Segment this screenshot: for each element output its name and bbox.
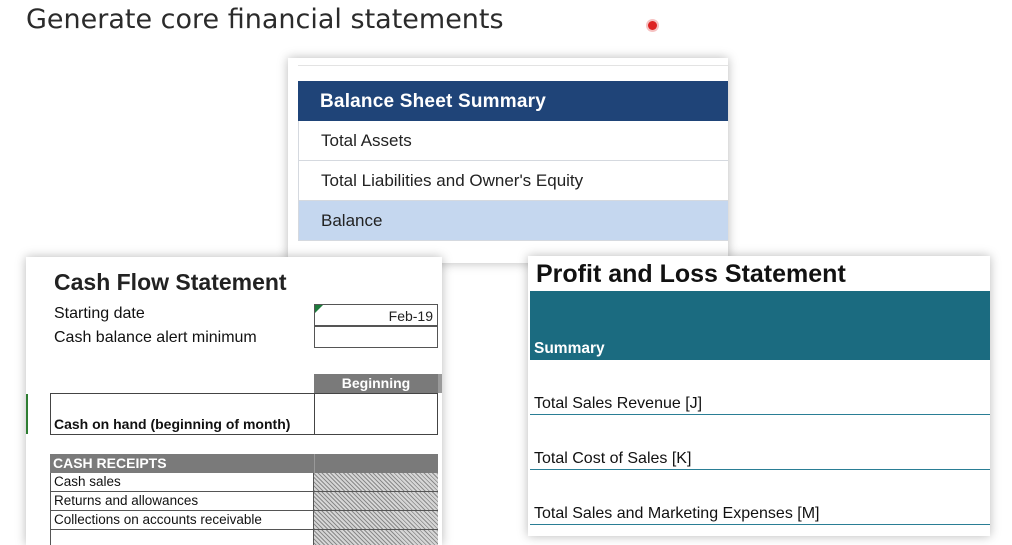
divider xyxy=(298,65,728,66)
cash-on-hand-value-cell[interactable] xyxy=(314,393,438,435)
total-sales-marketing-label: Total Sales and Marketing Expenses [M] xyxy=(534,505,820,522)
cash-on-hand-cell[interactable]: Cash on hand (beginning of month) xyxy=(50,393,314,435)
cut-off-row[interactable] xyxy=(50,530,314,545)
total-sales-marketing-row[interactable]: Total Sales and Marketing Expenses [M] xyxy=(530,470,990,525)
beginning-column-header: Beginning xyxy=(314,374,438,393)
returns-hatched-cell xyxy=(314,492,438,511)
total-sales-revenue-label: Total Sales Revenue [J] xyxy=(534,395,703,412)
profit-loss-card: Profit and Loss Statement Summary Total … xyxy=(528,256,990,536)
slide-title: Generate core financial statements xyxy=(26,4,504,35)
returns-allowances-row[interactable]: Returns and allowances xyxy=(50,492,314,511)
alert-minimum-cell[interactable] xyxy=(314,326,438,348)
total-cost-of-sales-row[interactable]: Total Cost of Sales [K] xyxy=(530,415,990,470)
starting-date-value: Feb-19 xyxy=(388,308,433,324)
profit-loss-title: Profit and Loss Statement xyxy=(536,260,846,288)
total-assets-row[interactable]: Total Assets xyxy=(298,121,728,161)
cash-sales-hatched-cell xyxy=(314,473,438,492)
alert-minimum-label: Cash balance alert minimum xyxy=(54,329,257,346)
total-cost-of-sales-label: Total Cost of Sales [K] xyxy=(534,450,692,467)
next-column-edge xyxy=(438,374,442,393)
balance-row[interactable]: Balance xyxy=(298,201,728,241)
cash-receipts-header-fill xyxy=(314,454,438,473)
total-sales-revenue-row[interactable]: Total Sales Revenue [J] xyxy=(530,360,990,415)
cash-receipts-header: CASH RECEIPTS xyxy=(50,454,314,473)
cash-flow-card: Cash Flow Statement Starting date Feb-19… xyxy=(26,257,442,545)
cash-sales-row[interactable]: Cash sales xyxy=(50,473,314,492)
cash-flow-title: Cash Flow Statement xyxy=(54,269,287,295)
balance-sheet-card: Balance Sheet Summary Total Assets Total… xyxy=(288,58,728,263)
balance-sheet-table: Balance Sheet Summary Total Assets Total… xyxy=(298,81,728,241)
summary-header: Summary xyxy=(530,291,990,360)
collections-row[interactable]: Collections on accounts receivable xyxy=(50,511,314,530)
clipped-previous-text xyxy=(26,0,986,2)
cash-on-hand-label: Cash on hand (beginning of month) xyxy=(54,416,291,432)
selection-edge xyxy=(26,394,28,434)
collections-hatched-cell xyxy=(314,511,438,530)
summary-label: Summary xyxy=(534,340,605,357)
cut-off-hatched-cell xyxy=(314,530,438,545)
comment-indicator-icon xyxy=(315,305,323,313)
starting-date-label: Starting date xyxy=(54,305,145,322)
starting-date-cell[interactable]: Feb-19 xyxy=(314,304,438,326)
balance-sheet-header: Balance Sheet Summary xyxy=(298,81,728,121)
laser-pointer-dot xyxy=(648,21,657,30)
total-liabilities-equity-row[interactable]: Total Liabilities and Owner's Equity xyxy=(298,161,728,201)
